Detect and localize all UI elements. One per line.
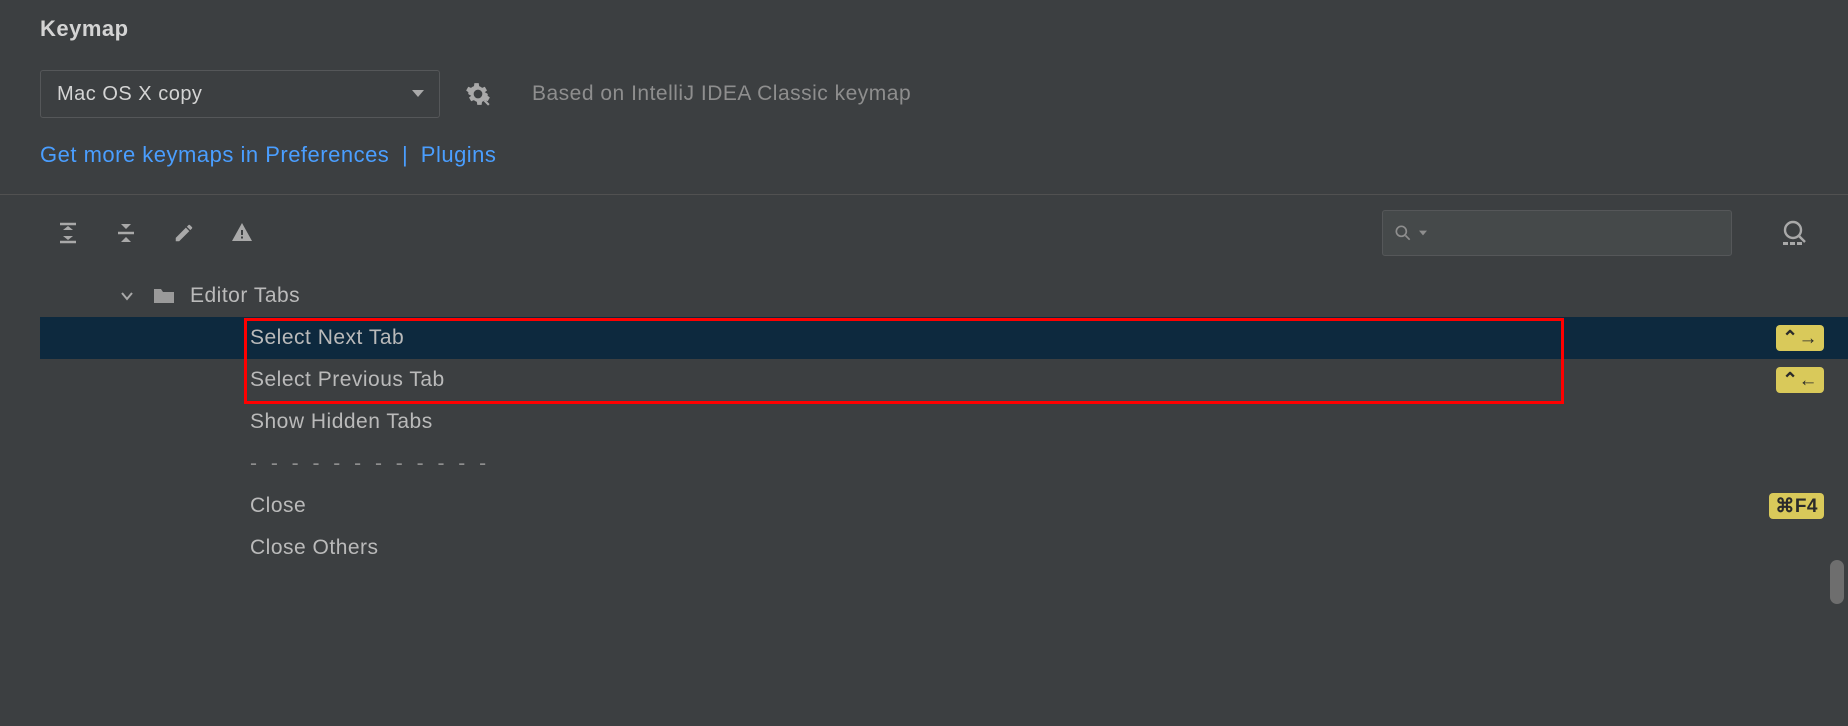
keymap-links: Get more keymaps in Preferences | Plugin… [40, 142, 1848, 168]
search-box[interactable] [1382, 210, 1732, 256]
collapse-all-icon[interactable] [112, 219, 140, 247]
tree-item-label: Close [250, 494, 306, 518]
based-on-text: Based on IntelliJ IDEA Classic keymap [532, 82, 911, 106]
expand-all-icon[interactable] [54, 219, 82, 247]
tree-item-label: Select Next Tab [250, 326, 404, 350]
separator-dashes: - - - - - - - - - - - - [250, 452, 490, 476]
conflicts-icon[interactable] [228, 219, 256, 247]
shortcut-badge: ⌃← [1776, 367, 1824, 393]
page-title: Keymap [40, 16, 1848, 42]
link-separator: | [402, 142, 415, 167]
tree-folder-label: Editor Tabs [190, 284, 300, 308]
keymap-scheme-selected-label: Mac OS X copy [57, 83, 202, 106]
tree-folder-editor-tabs[interactable]: Editor Tabs [40, 275, 1848, 317]
dropdown-chevron-icon [411, 89, 425, 99]
tree-item-select-previous-tab[interactable]: Select Previous Tab ⌃← [40, 359, 1848, 401]
get-more-keymaps-link[interactable]: Get more keymaps in Preferences [40, 142, 389, 167]
search-icon [1393, 223, 1413, 243]
chevron-down-icon [120, 289, 134, 303]
tree-separator: - - - - - - - - - - - - [40, 443, 1848, 485]
find-by-shortcut-icon[interactable] [1776, 215, 1812, 251]
keymap-scheme-select[interactable]: Mac OS X copy [40, 70, 440, 118]
tree-item-show-hidden-tabs[interactable]: Show Hidden Tabs [40, 401, 1848, 443]
vertical-scrollbar[interactable] [1830, 560, 1844, 604]
folder-icon [152, 286, 176, 306]
tree-item-select-next-tab[interactable]: Select Next Tab ⌃→ [40, 317, 1848, 359]
gear-icon[interactable] [462, 78, 494, 110]
tree-item-label: Close Others [250, 536, 379, 560]
plugins-link[interactable]: Plugins [421, 142, 497, 167]
shortcut-badge: ⌃→ [1776, 325, 1824, 351]
tree-item-close[interactable]: Close ⌘F4 [40, 485, 1848, 527]
search-dropdown-icon[interactable] [1419, 229, 1427, 237]
search-input[interactable] [1433, 222, 1721, 244]
shortcut-badge: ⌘F4 [1769, 493, 1824, 519]
keymap-tree: Editor Tabs Select Next Tab ⌃→ Select Pr… [40, 275, 1848, 569]
tree-item-close-others[interactable]: Close Others [40, 527, 1848, 569]
tree-item-label: Show Hidden Tabs [250, 410, 433, 434]
tree-item-label: Select Previous Tab [250, 368, 445, 392]
edit-icon[interactable] [170, 219, 198, 247]
